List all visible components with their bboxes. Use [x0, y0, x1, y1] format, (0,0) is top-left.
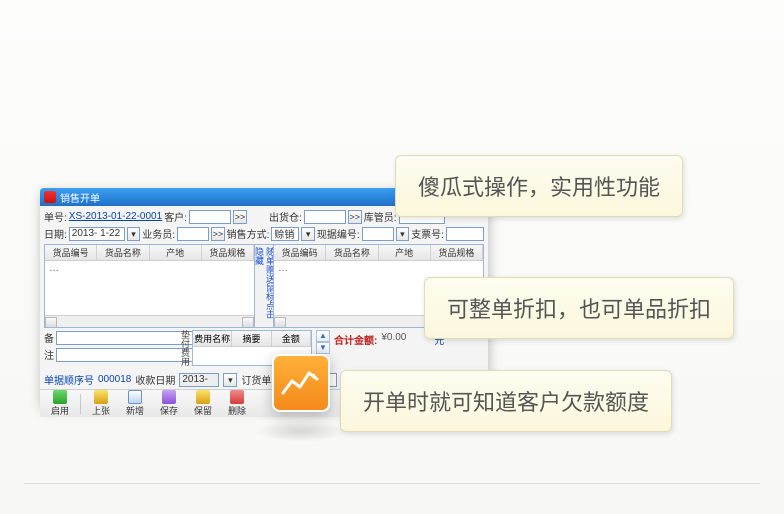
sale-mode-input[interactable]: [271, 227, 299, 241]
gift-toggle-label: 随单赠送鼠标点击隐藏: [253, 247, 275, 325]
collect-date-input[interactable]: [179, 373, 219, 387]
delete-icon: [230, 390, 244, 404]
callout-discount: 可整单折扣，也可单品折扣: [424, 277, 734, 339]
keep-icon: [196, 390, 210, 404]
total-value: ¥0.00: [381, 332, 406, 343]
seq-label: 单据顺序号: [44, 372, 94, 387]
cheque-no-input[interactable]: [446, 227, 484, 241]
prev-icon: [94, 390, 108, 404]
voucher-no-dropdown-button[interactable]: ▾: [396, 227, 410, 241]
col-name-r[interactable]: 货品名称: [326, 245, 378, 260]
tool-delete[interactable]: 删除: [221, 390, 253, 417]
voucher-no-label: 现据编号:: [317, 226, 360, 241]
remark-label-1: 备: [44, 330, 54, 345]
items-grid-left[interactable]: 货品编号 货品名称 产地 货品规格 …: [44, 244, 255, 328]
col-origin[interactable]: 产地: [150, 245, 202, 260]
callout-customer-debt: 开单时就可知道客户欠款额度: [340, 370, 672, 432]
ellipsis-icon: …: [49, 263, 59, 274]
fee-col-name[interactable]: 费用名称: [193, 331, 232, 347]
col-spec-r[interactable]: 货品规格: [431, 245, 483, 260]
warehouse-out-lookup-button[interactable]: >>: [348, 210, 362, 224]
keeper-label: 库管员:: [364, 209, 397, 224]
callout-easy-operation: 傻瓜式操作，实用性功能: [395, 155, 683, 217]
new-icon: [128, 390, 142, 404]
col-name[interactable]: 货品名称: [97, 245, 149, 260]
salesman-input[interactable]: [177, 227, 209, 241]
col-code[interactable]: 货品编号: [45, 245, 97, 260]
tool-keep[interactable]: 保留: [187, 390, 219, 417]
toolbar-separator: [80, 394, 81, 414]
customer-lookup-button[interactable]: >>: [233, 210, 247, 224]
remark-input-2[interactable]: [56, 348, 194, 362]
grid-left-hscroll[interactable]: [45, 315, 254, 327]
arrow-up-button[interactable]: ▲: [316, 330, 330, 342]
sale-mode-dropdown-button[interactable]: ▾: [301, 227, 315, 241]
customer-input[interactable]: [189, 210, 231, 224]
form-area: 单号: XS-2013-01-22-0001 客户: >> 出货仓: >> 库管…: [40, 206, 488, 370]
remark-input-1[interactable]: [56, 331, 194, 345]
enable-icon: [53, 390, 67, 404]
app-icon: [44, 191, 56, 203]
total-label: 合计金额:: [334, 332, 377, 347]
date-input[interactable]: [69, 227, 125, 241]
voucher-no-input[interactable]: [362, 227, 394, 241]
tool-prev[interactable]: 上张: [85, 390, 117, 417]
order-no-label: 单号:: [44, 209, 67, 224]
tool-enable[interactable]: 启用: [44, 390, 76, 417]
sale-mode-label: 销售方式:: [227, 226, 270, 241]
warehouse-out-input[interactable]: [304, 210, 346, 224]
grid-right-header: 货品编码 货品名称 产地 货品规格: [274, 245, 483, 261]
fee-col-summary[interactable]: 摘要: [232, 331, 271, 347]
grid-left-body[interactable]: …: [45, 261, 254, 315]
ellipsis-icon-r: …: [278, 263, 288, 274]
chart-badge-icon: [272, 354, 330, 412]
tool-new[interactable]: 新增: [119, 390, 151, 417]
salesman-label: 业务员:: [142, 226, 175, 241]
window-title: 销售开单: [60, 190, 100, 205]
page-divider: [24, 483, 760, 484]
form-row-2: 日期: ▾ 业务员: >> 销售方式: ▾ 现据编号: ▾ 支票号:: [44, 225, 484, 242]
chart-icon-shadow: [255, 420, 347, 442]
col-spec[interactable]: 货品规格: [202, 245, 254, 260]
salesman-lookup-button[interactable]: >>: [211, 227, 225, 241]
fee-side-label: 垫付费用: [178, 330, 192, 366]
customer-label: 客户:: [164, 209, 187, 224]
col-origin-r[interactable]: 产地: [379, 245, 431, 260]
seq-value: 000018: [98, 374, 131, 385]
col-code-r[interactable]: 货品编码: [274, 245, 326, 260]
date-label: 日期:: [44, 226, 67, 241]
date-dropdown-button[interactable]: ▾: [127, 227, 141, 241]
collect-date-label: 收款日期: [135, 372, 175, 387]
grid-area: 货品编号 货品名称 产地 货品规格 … 随单赠送鼠标点击隐藏 货品编码 货品名称…: [44, 244, 484, 328]
remarks-block: 备 注: [44, 330, 174, 366]
remark-label-2: 注: [44, 347, 54, 362]
grid-left-header: 货品编号 货品名称 产地 货品规格: [45, 245, 254, 261]
fee-col-amount[interactable]: 金额: [272, 331, 311, 347]
save-icon: [162, 390, 176, 404]
gift-toggle-strip[interactable]: 随单赠送鼠标点击隐藏: [255, 244, 273, 328]
cheque-no-label: 支票号:: [411, 226, 444, 241]
order-no-link[interactable]: XS-2013-01-22-0001: [69, 211, 162, 222]
tool-save[interactable]: 保存: [153, 390, 185, 417]
warehouse-out-label: 出货仓:: [269, 209, 302, 224]
collect-date-dropdown-button[interactable]: ▾: [223, 373, 237, 387]
bottom-area: 备 注 垫付费用 费用名称 摘要 金额: [44, 328, 484, 368]
arrow-down-button[interactable]: ▼: [316, 342, 330, 354]
